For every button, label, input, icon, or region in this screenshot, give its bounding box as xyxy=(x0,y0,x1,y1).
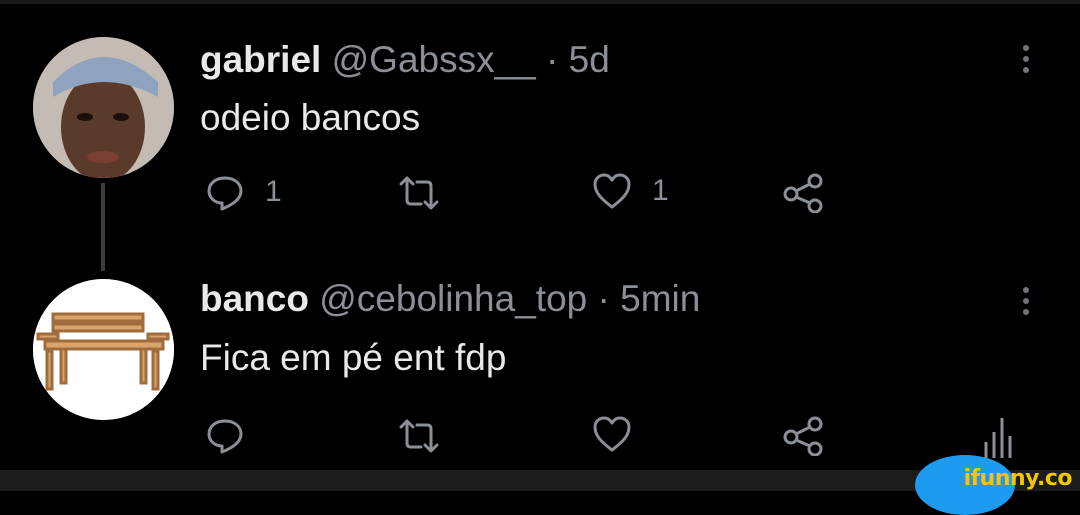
top-divider xyxy=(0,0,1080,4)
share-button[interactable] xyxy=(782,416,824,456)
share-icon xyxy=(783,416,823,456)
analytics-icon xyxy=(984,418,1012,458)
like-button[interactable] xyxy=(592,415,652,453)
like-icon xyxy=(593,173,631,209)
timestamp[interactable]: 5min xyxy=(620,278,700,319)
retweet-icon xyxy=(399,176,439,210)
reply-count: 1 xyxy=(265,175,282,208)
tweet-2-text: Fica em pé ent fdp xyxy=(200,337,507,378)
retweet-button[interactable] xyxy=(397,174,461,212)
reply-icon xyxy=(207,176,243,211)
tweet-1-text: odeio bancos xyxy=(200,97,421,138)
ifunny-watermark: ifunny.co xyxy=(963,466,1073,491)
reply-icon xyxy=(207,419,243,454)
more-options-icon[interactable] xyxy=(1016,282,1036,322)
like-count: 1 xyxy=(652,174,669,207)
reply-button[interactable]: 1 xyxy=(205,172,282,212)
retweet-button[interactable] xyxy=(397,417,461,455)
avatar-banco[interactable] xyxy=(33,279,174,420)
retweet-icon xyxy=(399,419,439,453)
timestamp[interactable]: 5d xyxy=(569,39,610,80)
avatar-gabriel[interactable] xyxy=(33,37,174,178)
display-name[interactable]: banco xyxy=(200,278,309,319)
display-name[interactable]: gabriel xyxy=(200,39,321,80)
user-handle[interactable]: @Gabssx__ xyxy=(332,39,536,80)
more-options-icon[interactable] xyxy=(1016,40,1036,80)
tweet-2-header: banco @cebolinha_top · 5min xyxy=(200,277,700,321)
reply-button[interactable] xyxy=(205,415,265,455)
share-button[interactable] xyxy=(782,173,824,213)
tweet-1-header: gabriel @Gabssx__ · 5d xyxy=(200,38,610,82)
like-button[interactable]: 1 xyxy=(592,172,669,210)
separator-dot: · xyxy=(597,278,610,319)
share-icon xyxy=(783,173,823,213)
analytics-button[interactable] xyxy=(980,414,1016,463)
user-handle[interactable]: @cebolinha_top xyxy=(319,278,587,319)
like-icon xyxy=(593,416,631,452)
thread-connector xyxy=(101,183,105,271)
separator-dot: · xyxy=(546,39,559,80)
